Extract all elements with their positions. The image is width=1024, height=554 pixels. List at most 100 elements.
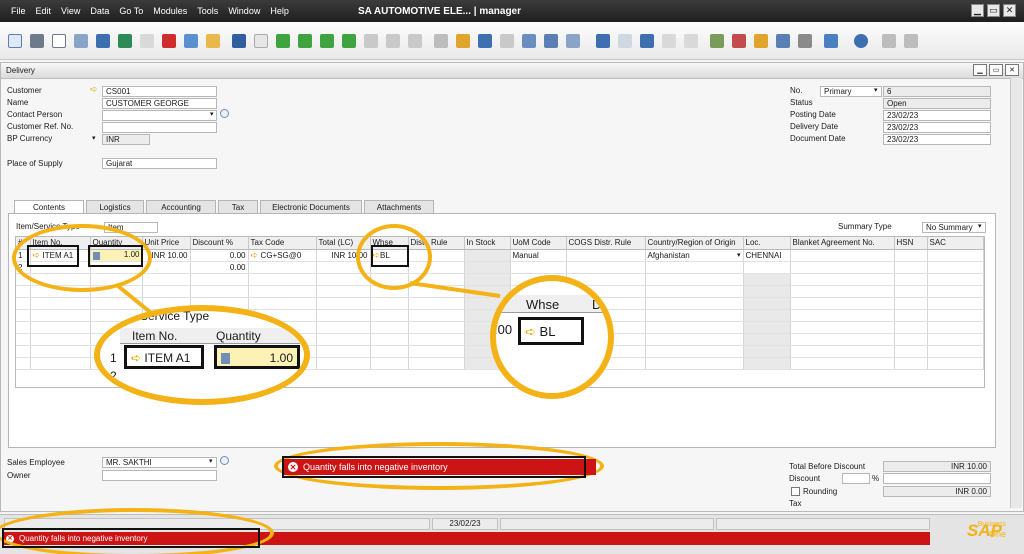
cell-uom-code[interactable]	[510, 261, 567, 274]
chat-icon[interactable]	[684, 34, 698, 48]
link-arrow-icon[interactable]: ➪	[251, 250, 261, 260]
cell-tax-code[interactable]: ➪ CG+SG@0	[248, 249, 317, 262]
cell-uom-code[interactable]: Manual	[510, 249, 567, 262]
info-icon[interactable]	[220, 456, 229, 465]
customer-ref-field[interactable]	[102, 122, 217, 133]
lock-screen-icon[interactable]	[882, 34, 896, 48]
cell-loc[interactable]: CHENNAI	[743, 249, 791, 262]
tab-tax[interactable]: Tax	[218, 200, 258, 213]
cell-hsn[interactable]	[894, 249, 928, 262]
form-settings-icon[interactable]	[596, 34, 610, 48]
cell-discount[interactable]: 0.00	[190, 249, 249, 262]
doc-minimize-button[interactable]: ▁	[973, 64, 987, 76]
new-icon[interactable]	[8, 34, 22, 48]
posting-date-field[interactable]: 23/02/23	[883, 110, 991, 121]
name-field[interactable]: CUSTOMER GEORGE	[102, 98, 217, 109]
base-document-icon[interactable]	[434, 34, 448, 48]
menu-goto[interactable]: Go To	[114, 6, 148, 16]
add-icon[interactable]	[254, 34, 268, 48]
refresh-icon[interactable]	[364, 34, 378, 48]
lock-icon[interactable]	[206, 34, 220, 48]
col-country-origin[interactable]: Country/Region of Origin	[645, 237, 744, 250]
delivery-date-field[interactable]: 23/02/23	[883, 122, 991, 133]
summary-type-select[interactable]: No Summary	[922, 222, 986, 233]
tree-icon[interactable]	[500, 34, 514, 48]
vertical-scrollbar[interactable]	[1010, 78, 1022, 508]
next-record-icon[interactable]	[320, 34, 334, 48]
gross-profit-icon[interactable]	[478, 34, 492, 48]
maximize-button[interactable]: ▭	[987, 4, 1000, 17]
reports-icon[interactable]	[754, 34, 768, 48]
series-chevron-icon[interactable]: ▾	[874, 86, 878, 94]
col-hsn[interactable]: HSN	[894, 237, 928, 250]
doc-close-button[interactable]: ✕	[1005, 64, 1019, 76]
menu-data[interactable]: Data	[85, 6, 114, 16]
menu-help[interactable]: Help	[265, 6, 294, 16]
discount-amount-field[interactable]	[883, 473, 991, 484]
cell-discount[interactable]: 0.00	[190, 261, 249, 274]
menu-modules[interactable]: Modules	[148, 6, 192, 16]
sort-icon[interactable]	[408, 34, 422, 48]
excel-icon[interactable]	[118, 34, 132, 48]
tab-electronic-documents[interactable]: Electronic Documents	[260, 200, 362, 213]
email-icon[interactable]	[52, 34, 66, 48]
activity-icon[interactable]	[776, 34, 790, 48]
tab-logistics[interactable]: Logistics	[86, 200, 144, 213]
tab-contents[interactable]: Contents	[14, 200, 84, 213]
tab-accounting[interactable]: Accounting	[146, 200, 216, 213]
cell-hsn[interactable]	[894, 261, 928, 274]
sales-employee-select[interactable]: MR. SAKTHI	[102, 457, 217, 468]
customer-field[interactable]: CS001	[102, 86, 217, 97]
col-uom-code[interactable]: UoM Code	[510, 237, 567, 250]
rounding-checkbox[interactable]	[791, 487, 800, 496]
col-blanket-agreement[interactable]: Blanket Agreement No.	[790, 237, 895, 250]
help-icon[interactable]	[854, 34, 868, 48]
first-record-icon[interactable]	[276, 34, 290, 48]
col-tax-code[interactable]: Tax Code	[248, 237, 317, 250]
find-icon[interactable]	[232, 34, 246, 48]
filter-icon[interactable]	[386, 34, 400, 48]
save-icon[interactable]	[96, 34, 110, 48]
menu-view[interactable]: View	[56, 6, 85, 16]
udf-icon[interactable]	[618, 34, 632, 48]
messages-icon[interactable]	[662, 34, 676, 48]
discount-percent-field[interactable]	[842, 473, 870, 484]
menu-file[interactable]: File	[6, 6, 31, 16]
col-discount[interactable]: Discount %	[190, 237, 249, 250]
pdf-icon[interactable]	[162, 34, 176, 48]
summary-chevron-icon[interactable]: ▾	[978, 222, 982, 230]
menu-window[interactable]: Window	[223, 6, 265, 16]
owner-field[interactable]	[102, 470, 217, 481]
country-chevron-icon[interactable]: ▾	[737, 251, 741, 259]
cell-cogs-distr[interactable]	[566, 261, 646, 274]
target-document-icon[interactable]	[456, 34, 470, 48]
last-record-icon[interactable]	[342, 34, 356, 48]
logoff-icon[interactable]	[904, 34, 918, 48]
place-of-supply-field[interactable]: Gujarat	[102, 158, 217, 169]
menu-tools[interactable]: Tools	[192, 6, 223, 16]
transaction-journal-icon[interactable]	[522, 34, 536, 48]
cell-tax-code[interactable]	[248, 261, 317, 274]
col-sac[interactable]: SAC	[927, 237, 984, 250]
contact-person-select[interactable]	[102, 110, 217, 121]
web-icon[interactable]	[824, 34, 838, 48]
close-button[interactable]: ✕	[1003, 4, 1016, 17]
calculator-icon[interactable]	[566, 34, 580, 48]
currency-chevron-icon[interactable]: ▾	[92, 134, 96, 142]
minimize-button[interactable]: ▁	[971, 4, 984, 17]
info-icon[interactable]	[220, 109, 229, 118]
previous-record-icon[interactable]	[298, 34, 312, 48]
col-cogs-distr[interactable]: COGS Distr. Rule	[566, 237, 646, 250]
cell-loc[interactable]	[743, 261, 791, 274]
col-loc[interactable]: Loc.	[743, 237, 791, 250]
chevron-down-icon[interactable]: ▾	[210, 110, 214, 118]
document-date-field[interactable]: 23/02/23	[883, 134, 991, 145]
export-icon[interactable]	[184, 34, 198, 48]
doc-maximize-button[interactable]: ▭	[989, 64, 1003, 76]
cell-country-origin[interactable]	[645, 261, 744, 274]
cell-cogs-distr[interactable]	[566, 249, 646, 262]
col-in-stock[interactable]: In Stock	[464, 237, 511, 250]
sales-chevron-icon[interactable]: ▾	[209, 457, 213, 465]
calendar-icon[interactable]	[710, 34, 724, 48]
menu-edit[interactable]: Edit	[31, 6, 57, 16]
